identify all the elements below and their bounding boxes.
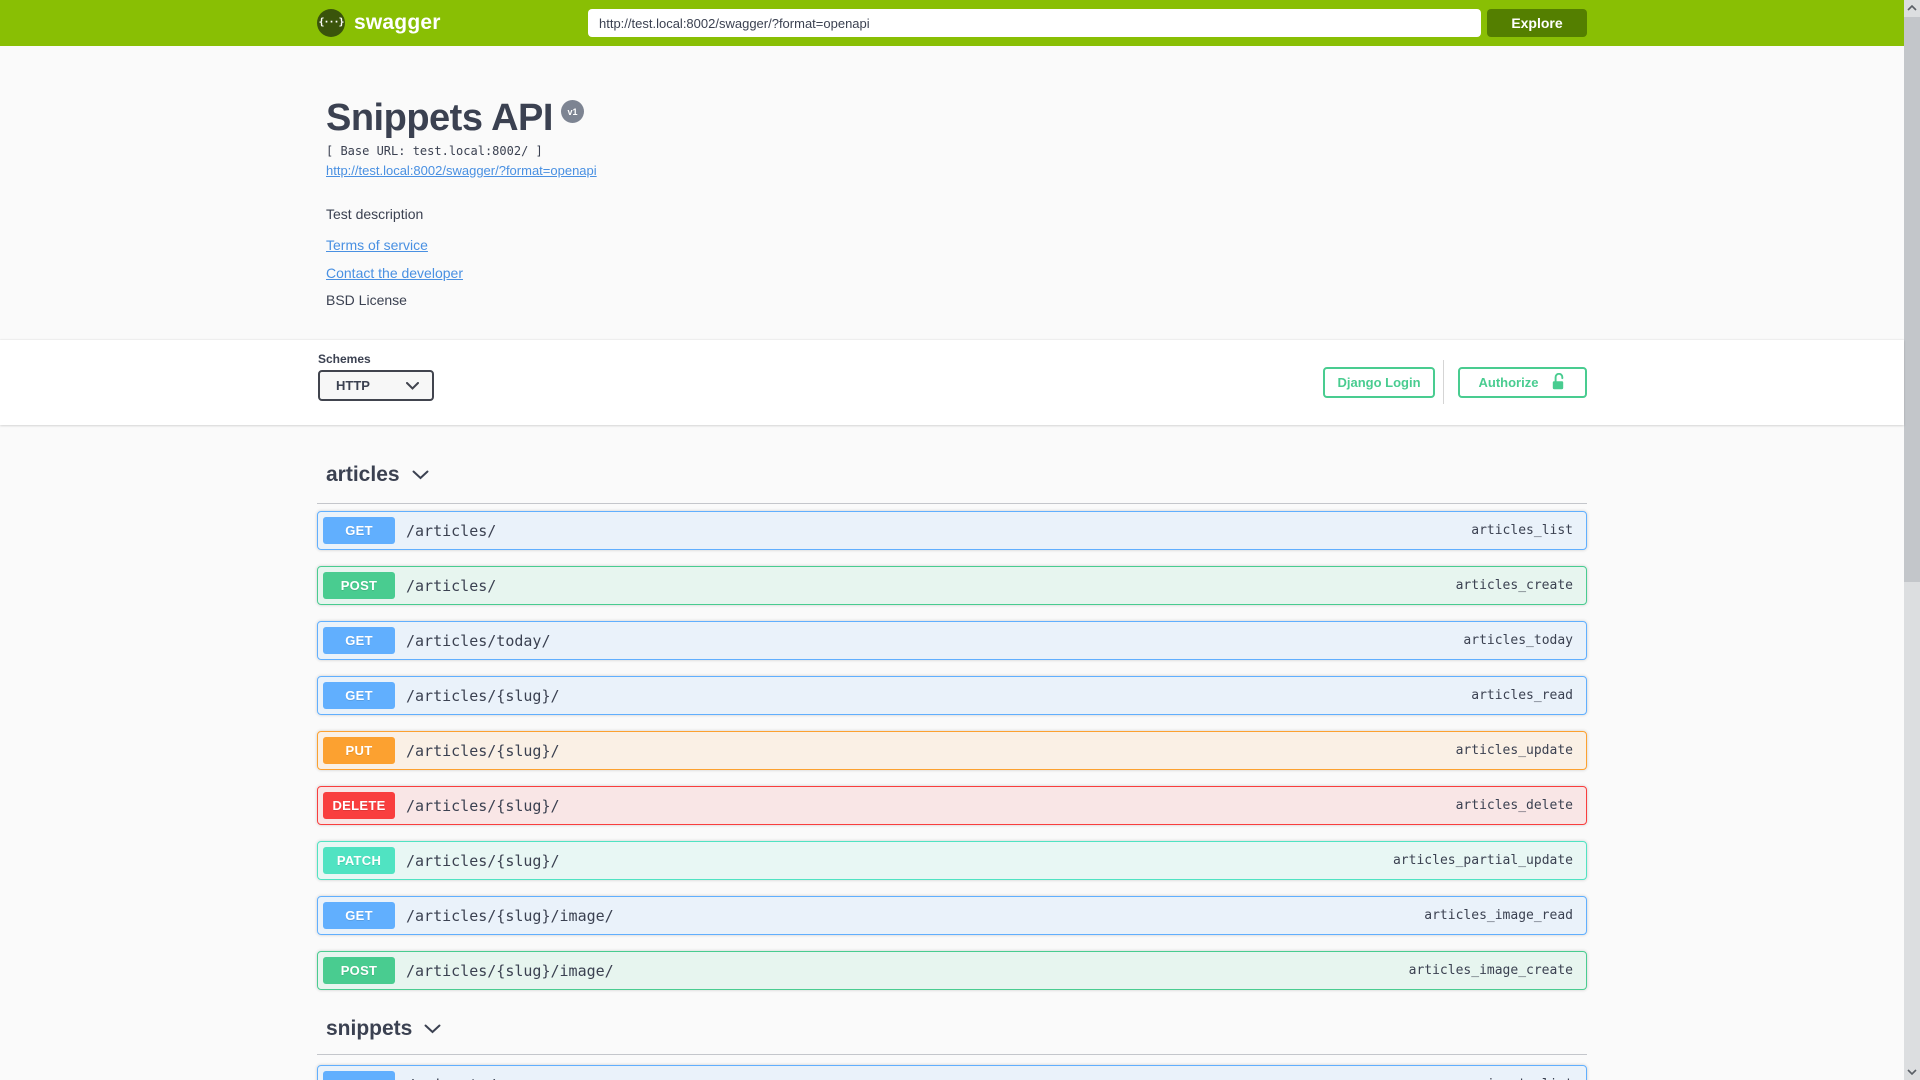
- authorize-button[interactable]: Authorize: [1458, 366, 1587, 398]
- openapi-spec-link[interactable]: http://test.local:8002/swagger/?format=o…: [326, 163, 597, 178]
- schemes-label: Schemes: [318, 352, 371, 366]
- scroll-down-icon[interactable]: [1904, 1064, 1920, 1080]
- operation-id: articles_update: [1455, 743, 1573, 758]
- scrollbar-thumb[interactable]: [1904, 17, 1920, 582]
- license-text: BSD License: [326, 292, 407, 308]
- operation-id: articles_create: [1455, 578, 1573, 593]
- method-badge: GET: [323, 627, 395, 654]
- explore-button[interactable]: Explore: [1487, 9, 1587, 37]
- api-description: Test description: [326, 206, 424, 222]
- operation-row-articles-partial-update[interactable]: PATCH /articles/{slug}/ articles_partial…: [317, 841, 1587, 880]
- operation-path: /articles/: [406, 521, 497, 540]
- operations-area: articles GET /articles/ articles_list PO…: [317, 425, 1587, 1080]
- operation-id: articles_image_read: [1424, 908, 1573, 923]
- section-articles: articles GET /articles/ articles_list PO…: [317, 425, 1587, 990]
- method-badge: GET: [323, 1071, 395, 1080]
- operation-id: articles_list: [1471, 523, 1573, 538]
- section-snippets: snippets GET /snippets/ snippets_list: [317, 1006, 1587, 1080]
- method-badge: GET: [323, 682, 395, 709]
- operation-id: articles_delete: [1455, 798, 1573, 813]
- operation-row-articles-update[interactable]: PUT /articles/{slug}/ articles_update: [317, 731, 1587, 770]
- swagger-logo-icon: {···}: [317, 9, 345, 37]
- operation-row-articles-read[interactable]: GET /articles/{slug}/ articles_read: [317, 676, 1587, 715]
- operation-path: /articles/{slug}/image/: [406, 906, 614, 925]
- vertical-scrollbar[interactable]: [1904, 0, 1920, 1080]
- method-badge: PATCH: [323, 847, 395, 874]
- method-badge: GET: [323, 517, 395, 544]
- operation-id: articles_today: [1463, 633, 1573, 648]
- operation-row-articles-today[interactable]: GET /articles/today/ articles_today: [317, 621, 1587, 660]
- lock-open-icon: [1553, 373, 1564, 390]
- page-title: Snippets API: [326, 97, 553, 139]
- chevron-down-icon: [412, 470, 429, 480]
- operation-path: /articles/{slug}/: [406, 741, 560, 760]
- operation-row-snippets-list[interactable]: GET /snippets/ snippets_list: [317, 1065, 1587, 1080]
- chevron-down-icon: [424, 1024, 441, 1034]
- download-url-form: Explore: [588, 9, 1587, 37]
- method-badge: POST: [323, 572, 395, 599]
- version-badge: v1: [560, 100, 584, 123]
- contact-developer-link[interactable]: Contact the developer: [326, 265, 463, 281]
- operation-row-articles-delete[interactable]: DELETE /articles/{slug}/ articles_delete: [317, 786, 1587, 825]
- auth-divider: [1443, 360, 1444, 404]
- auth-wrapper: Django Login Authorize: [1323, 360, 1587, 404]
- swagger-ui-page: {···} swagger Explore Snippets API v1 [ …: [0, 0, 1920, 1080]
- swagger-logo: {···} swagger: [317, 9, 588, 37]
- schemes-select[interactable]: HTTP: [318, 370, 434, 401]
- operation-path: /articles/{slug}/: [406, 796, 560, 815]
- operation-path: /articles/today/: [406, 631, 551, 650]
- section-title: articles: [326, 463, 400, 486]
- scheme-container: Schemes HTTP Django Login Authorize: [0, 340, 1904, 425]
- authorize-button-label: Authorize: [1478, 374, 1539, 390]
- topbar: {···} swagger Explore: [0, 0, 1904, 46]
- operation-id: articles_image_create: [1408, 963, 1573, 978]
- section-title: snippets: [326, 1017, 413, 1040]
- method-badge: GET: [323, 902, 395, 929]
- section-divider: [317, 503, 1587, 504]
- section-divider: [317, 1054, 1587, 1055]
- swagger-logo-label: swagger: [354, 11, 441, 34]
- api-url-input[interactable]: [588, 9, 1481, 37]
- operation-row-articles-list[interactable]: GET /articles/ articles_list: [317, 511, 1587, 550]
- operation-path: /articles/{slug}/: [406, 851, 560, 870]
- operation-row-articles-image-read[interactable]: GET /articles/{slug}/image/ articles_ima…: [317, 896, 1587, 935]
- method-badge: POST: [323, 957, 395, 984]
- operation-path: /articles/: [406, 576, 497, 595]
- schemes-selected-value: HTTP: [336, 378, 370, 393]
- section-header-articles[interactable]: articles: [317, 425, 1587, 487]
- operation-path: /articles/{slug}/image/: [406, 961, 614, 980]
- operation-id: articles_read: [1471, 688, 1573, 703]
- operation-path: /articles/{slug}/: [406, 686, 560, 705]
- base-url-text: [ Base URL: test.local:8002/ ]: [326, 144, 543, 158]
- scroll-up-icon[interactable]: [1904, 0, 1920, 16]
- info-section: Snippets API v1 [ Base URL: test.local:8…: [0, 46, 1904, 340]
- operation-path: /snippets/: [406, 1076, 496, 1080]
- operation-id: articles_partial_update: [1392, 853, 1573, 868]
- operation-row-articles-image-create[interactable]: POST /articles/{slug}/image/ articles_im…: [317, 951, 1587, 990]
- terms-of-service-link[interactable]: Terms of service: [326, 237, 428, 253]
- method-badge: PUT: [323, 737, 395, 764]
- chevron-down-icon: [406, 381, 419, 390]
- django-login-button[interactable]: Django Login: [1323, 366, 1435, 398]
- section-header-snippets[interactable]: snippets: [317, 1006, 1587, 1041]
- method-badge: DELETE: [323, 792, 395, 819]
- operation-row-articles-create[interactable]: POST /articles/ articles_create: [317, 566, 1587, 605]
